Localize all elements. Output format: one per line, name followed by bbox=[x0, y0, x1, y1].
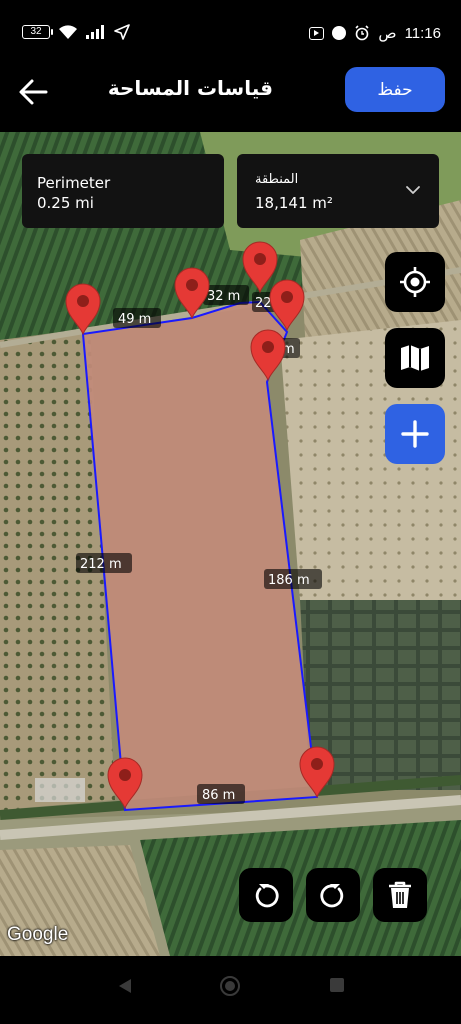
nav-home-icon[interactable] bbox=[220, 976, 240, 996]
crosshair-icon bbox=[400, 267, 430, 297]
area-label: المنطقة bbox=[255, 172, 299, 187]
area-value: 18,141 m² bbox=[255, 194, 333, 212]
system-nav-bar bbox=[0, 956, 461, 1024]
back-button[interactable] bbox=[14, 72, 54, 112]
status-bar: 32 ص 11:16 bbox=[0, 0, 461, 64]
map-icon bbox=[401, 345, 429, 371]
undo-button[interactable] bbox=[239, 868, 293, 922]
redo-icon bbox=[320, 884, 344, 908]
app-notification-icon bbox=[332, 26, 347, 40]
status-right: ص 11:16 bbox=[309, 24, 441, 42]
youtube-icon bbox=[309, 26, 325, 40]
perimeter-label: Perimeter bbox=[37, 174, 111, 192]
redo-button[interactable] bbox=[306, 868, 360, 922]
map-type-button[interactable] bbox=[385, 328, 445, 388]
battery-icon: 32 bbox=[22, 25, 53, 39]
chevron-down-icon[interactable] bbox=[403, 180, 423, 200]
nav-recents-icon[interactable] bbox=[330, 978, 344, 992]
nav-back-icon[interactable] bbox=[118, 978, 132, 994]
alarm-icon bbox=[355, 25, 369, 41]
perimeter-card: Perimeter 0.25 mi bbox=[22, 154, 224, 228]
marker-pin-1[interactable] bbox=[65, 283, 101, 335]
add-point-button[interactable] bbox=[385, 404, 445, 464]
undo-icon bbox=[255, 884, 279, 908]
navigation-arrow-icon bbox=[114, 24, 130, 40]
trash-icon bbox=[389, 881, 411, 908]
marker-pin-5[interactable] bbox=[250, 329, 286, 381]
save-button[interactable]: حفظ bbox=[345, 67, 445, 112]
time-period: ص bbox=[378, 25, 397, 42]
arrow-left-icon bbox=[19, 79, 48, 105]
plus-icon bbox=[401, 420, 429, 448]
marker-pin-6[interactable] bbox=[299, 746, 335, 798]
status-left: 32 bbox=[22, 24, 130, 40]
marker-pin-3[interactable] bbox=[242, 241, 278, 293]
perimeter-value: 0.25 mi bbox=[37, 194, 94, 212]
marker-pin-2[interactable] bbox=[174, 267, 210, 319]
clock: 11:16 bbox=[404, 24, 441, 42]
battery-level: 32 bbox=[30, 26, 42, 37]
app-bar: قياسات المساحة حفظ bbox=[0, 64, 461, 132]
marker-pin-7[interactable] bbox=[107, 757, 143, 809]
wifi-icon bbox=[59, 24, 77, 39]
signal-icon bbox=[86, 25, 104, 39]
page-title: قياسات المساحة bbox=[107, 76, 273, 100]
delete-button[interactable] bbox=[373, 868, 427, 922]
locate-button[interactable] bbox=[385, 252, 445, 312]
marker-pin-4[interactable] bbox=[269, 279, 305, 331]
area-card[interactable]: المنطقة 18,141 m² bbox=[237, 154, 439, 228]
google-attribution: Google bbox=[7, 924, 69, 945]
